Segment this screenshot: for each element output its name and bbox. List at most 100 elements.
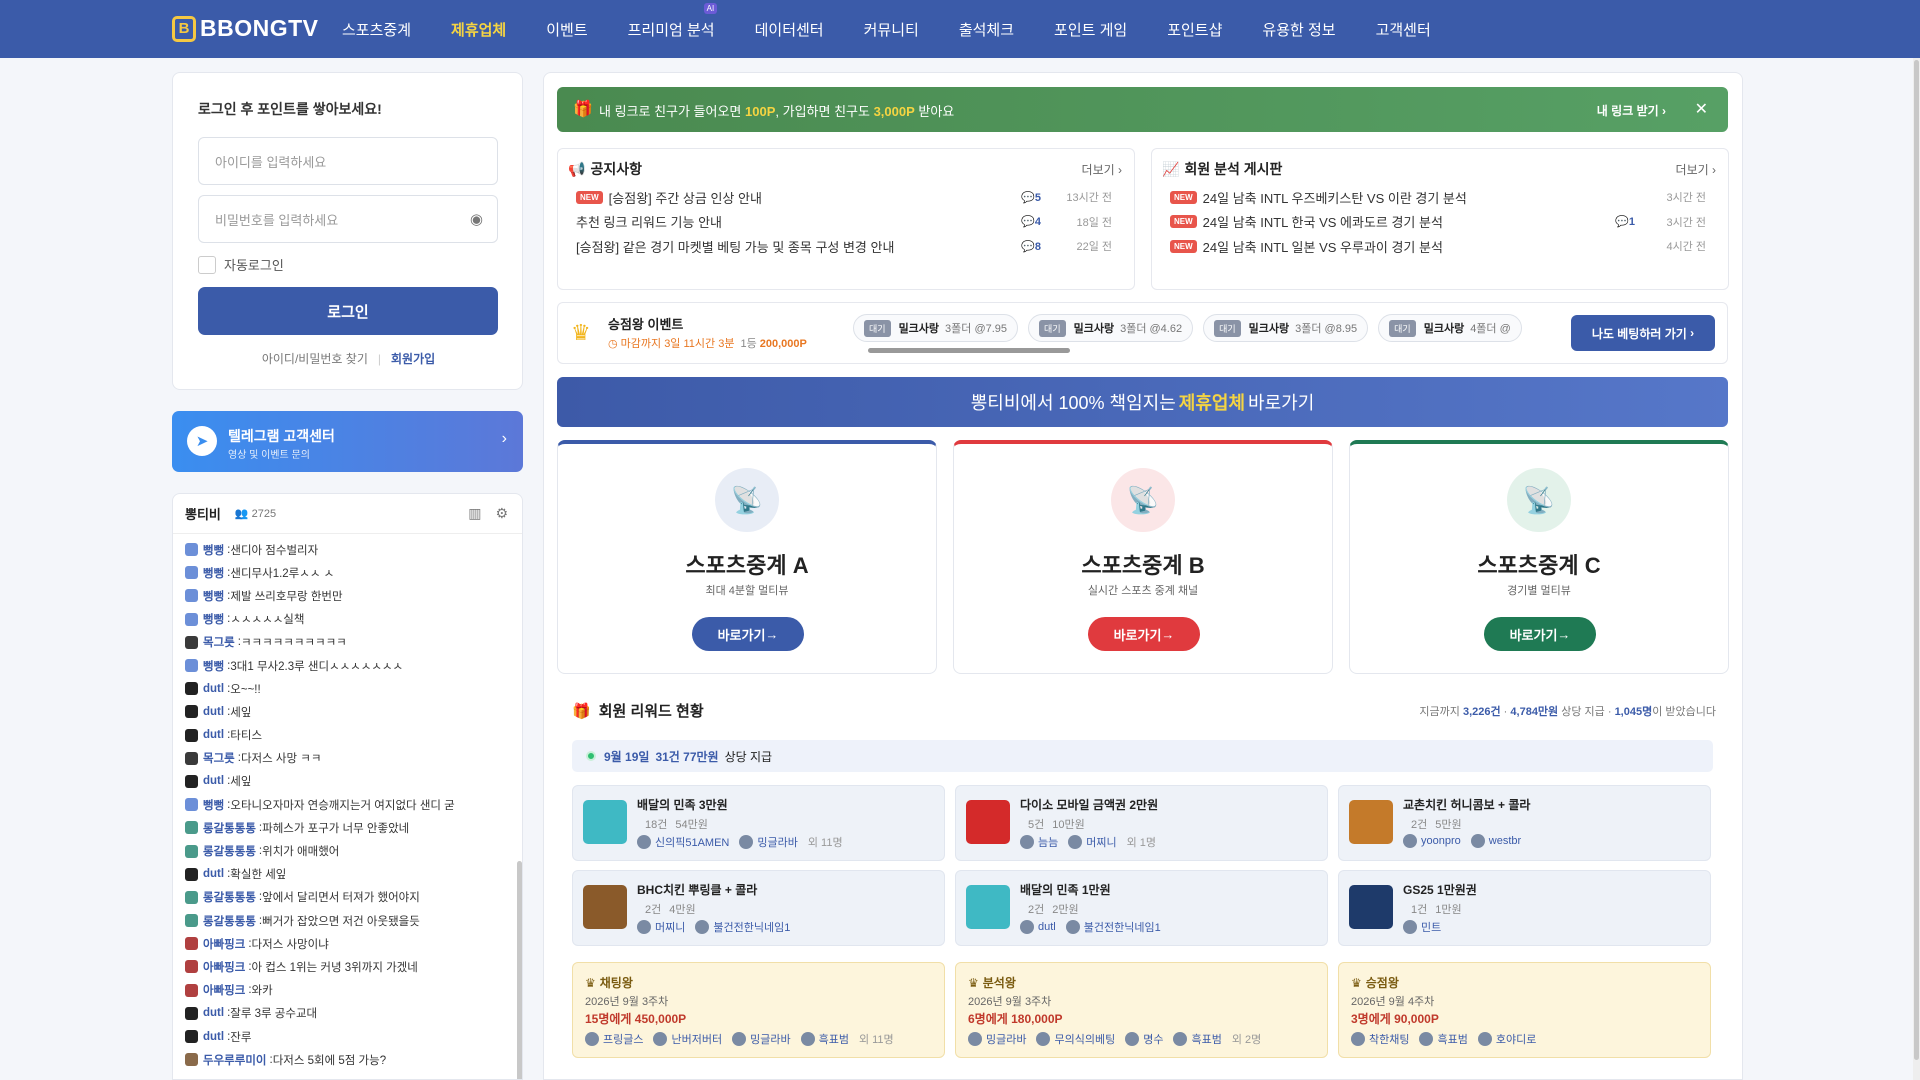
eye-icon[interactable]: ◉ <box>470 210 483 228</box>
reward-card[interactable]: GS25 1만원권 1건 1만원 민트 <box>1338 870 1711 946</box>
winner-name[interactable]: yoonpro <box>1421 835 1461 847</box>
chips-scrollbar-thumb[interactable] <box>868 348 1070 353</box>
menu-partners[interactable]: 제휴업체 <box>451 19 506 40</box>
go-button[interactable]: 바로가기 → <box>1484 617 1596 651</box>
page-scrollbar[interactable] <box>1913 58 1920 1080</box>
chat-nick[interactable]: 뻥뻥 <box>203 565 224 581</box>
menu-premium-analysis[interactable]: 프리미엄 분석 AI <box>628 2 718 40</box>
close-icon[interactable]: ✕ <box>1695 99 1708 119</box>
chat-nick[interactable]: 목그릇 <box>203 750 235 766</box>
go-bet-button[interactable]: 나도 베팅하러 가기 › <box>1571 315 1715 351</box>
chat-nick[interactable]: 뻥뻥 <box>203 542 224 558</box>
winner-name[interactable]: 흑표범 <box>1437 1031 1467 1047</box>
winner-name[interactable]: 흑표범 <box>819 1031 849 1047</box>
winner-name[interactable]: 무의식의베팅 <box>1054 1031 1115 1047</box>
chat-nick[interactable]: dutl <box>203 683 224 695</box>
partner-banner[interactable]: 뽕티비에서 100% 책임지는 제휴업체 바로가기 <box>557 377 1728 427</box>
menu-sports[interactable]: 스포츠중계 <box>342 19 411 40</box>
winner-name[interactable]: 머찌니 <box>655 919 685 935</box>
chat-nick[interactable]: dutl <box>203 729 224 741</box>
chat-nick[interactable]: dutl <box>203 706 224 718</box>
chat-nick[interactable]: 목그릇 <box>203 634 235 650</box>
reward-card[interactable]: 배달의 민족 3만원 18건 54만원 신의픽51AMEN 밍글라바 외 11명 <box>572 785 945 861</box>
auto-login-checkbox[interactable] <box>198 255 216 274</box>
reward-card[interactable]: 다이소 모바일 금액권 2만원 5건 10만원 늠늠 머찌니 외 1명 <box>955 785 1328 861</box>
signup-link[interactable]: 회원가입 <box>391 352 435 366</box>
username-input[interactable]: 아이디를 입력하세요 <box>198 137 498 185</box>
chat-nick[interactable]: dutl <box>203 868 224 880</box>
chat-nick[interactable]: 아빠핑크 <box>203 982 245 998</box>
board-row[interactable]: NEW 24일 남축 INTL 한국 VS 에콰도르 경기 분석 💬1 3시간 전 <box>1170 211 1710 233</box>
winner-name[interactable]: 불건전한닉네임1 <box>1084 919 1161 935</box>
site-logo[interactable]: B BBONGTV <box>172 15 319 42</box>
chart-icon[interactable]: ▥ <box>468 505 481 522</box>
winner-name[interactable]: 흑표범 <box>1191 1031 1221 1047</box>
menu-data-center[interactable]: 데이터센터 <box>755 19 824 40</box>
chat-nick[interactable]: 아빠핑크 <box>203 959 245 975</box>
winner-name[interactable]: 민트 <box>1421 919 1441 935</box>
find-account-link[interactable]: 아이디/비밀번호 찾기 <box>262 352 368 366</box>
bet-chip[interactable]: 대기 밀크사랑 4폴더 @ <box>1378 314 1522 342</box>
get-my-link-button[interactable]: 내 링크 받기 › <box>1597 102 1666 119</box>
weekly-king-card[interactable]: ♛ 승점왕 2026년 9월 4주차 3명에게 90,000P 착한채팅 흑표범 호야디로 <box>1338 962 1711 1058</box>
menu-point-game[interactable]: 포인트 게임 <box>1054 19 1127 40</box>
chat-nick[interactable]: dutl <box>203 1007 224 1019</box>
winner-name[interactable]: 늠늠 <box>1038 834 1058 850</box>
chat-scrollbar[interactable] <box>517 536 522 1079</box>
board-row-title[interactable]: 24일 남축 INTL 일본 VS 우루과이 경기 분석 <box>1203 237 1443 256</box>
board-row[interactable]: 추천 링크 리워드 기능 안내 💬4 18일 전 <box>576 211 1116 233</box>
reward-card[interactable]: 배달의 민족 1만원 2건 2만원 dutl 불건전한닉네임1 <box>955 870 1328 946</box>
chat-nick[interactable]: 뻥뻥 <box>203 611 224 627</box>
winner-name[interactable]: 프링글스 <box>603 1031 643 1047</box>
page-scrollbar-thumb[interactable] <box>1914 60 1919 1060</box>
chat-nick[interactable]: 아빠핑크 <box>203 936 245 952</box>
board-row-title[interactable]: [승점왕] 주간 상금 인상 안내 <box>609 188 762 207</box>
menu-community[interactable]: 커뮤니티 <box>864 19 919 40</box>
chips-scrollbar[interactable] <box>863 348 1563 353</box>
chat-nick[interactable]: dutl <box>203 775 224 787</box>
winner-name[interactable]: 밍글라바 <box>986 1031 1026 1047</box>
winner-name[interactable]: 난버저버터 <box>671 1031 722 1047</box>
chat-nick[interactable]: 롱갈통통통 <box>203 889 256 905</box>
winner-name[interactable]: 밍글라바 <box>757 834 797 850</box>
menu-support[interactable]: 고객센터 <box>1376 19 1431 40</box>
bet-chip[interactable]: 대기 밀크사랑 3폴더 @7.95 <box>853 314 1019 342</box>
chat-nick[interactable]: 뻥뻥 <box>203 658 224 674</box>
winner-name[interactable]: 머찌니 <box>1086 834 1116 850</box>
telegram-support-banner[interactable]: ➤ 텔레그램 고객센터 영상 및 이벤트 문의 › <box>172 411 523 472</box>
winner-name[interactable]: 호야디로 <box>1496 1031 1536 1047</box>
go-button[interactable]: 바로가기 → <box>692 617 804 651</box>
winner-name[interactable]: 신의픽51AMEN <box>655 834 729 850</box>
chat-nick[interactable]: dutl <box>203 1031 224 1043</box>
board-row[interactable]: NEW 24일 남축 INTL 일본 VS 우루과이 경기 분석 4시간 전 <box>1170 235 1710 257</box>
auto-login[interactable]: 자동로그인 <box>198 255 284 274</box>
go-button[interactable]: 바로가기 → <box>1088 617 1200 651</box>
bet-chip[interactable]: 대기 밀크사랑 3폴더 @4.62 <box>1028 314 1194 342</box>
weekly-king-card[interactable]: ♛ 채팅왕 2026년 9월 3주차 15명에게 450,000P 프링글스 난버저버터 밍… <box>572 962 945 1058</box>
menu-point-shop[interactable]: 포인트샵 <box>1167 19 1222 40</box>
reward-card[interactable]: BHC치킨 뿌링클 + 콜라 2건 4만원 머찌니 불건전한닉네임1 <box>572 870 945 946</box>
chat-nick[interactable]: 두우루루미이 <box>203 1052 266 1068</box>
board-row-title[interactable]: [승점왕] 같은 경기 마켓별 베팅 가능 및 종목 구성 변경 안내 <box>576 237 894 256</box>
password-input[interactable]: 비밀번호를 입력하세요 ◉ <box>198 195 498 243</box>
board-row[interactable]: [승점왕] 같은 경기 마켓별 베팅 가능 및 종목 구성 변경 안내 💬8 22일… <box>576 235 1116 257</box>
chat-nick[interactable]: 롱갈통통통 <box>203 820 256 836</box>
winner-name[interactable]: 명수 <box>1143 1031 1163 1047</box>
board-row[interactable]: NEW [승점왕] 주간 상금 인상 안내 💬5 13시간 전 <box>576 186 1116 208</box>
menu-attendance[interactable]: 출석체크 <box>959 19 1014 40</box>
winner-name[interactable]: 착한채팅 <box>1369 1031 1409 1047</box>
notice-more-link[interactable]: 더보기 › <box>1082 161 1122 178</box>
weekly-king-card[interactable]: ♛ 분석왕 2026년 9월 3주차 6명에게 180,000P 밍글라바 무의식의베팅 명… <box>955 962 1328 1058</box>
winner-name[interactable]: westbr <box>1489 835 1521 847</box>
chat-nick[interactable]: 뻥뻥 <box>203 588 224 604</box>
board-row-title[interactable]: 24일 남축 INTL 한국 VS 에콰도르 경기 분석 <box>1203 212 1443 231</box>
analysis-more-link[interactable]: 더보기 › <box>1676 161 1716 178</box>
winner-name[interactable]: 밍글라바 <box>750 1031 790 1047</box>
login-button[interactable]: 로그인 <box>198 287 498 335</box>
board-row-title[interactable]: 추천 링크 리워드 기능 안내 <box>576 212 722 231</box>
chat-nick[interactable]: 롱갈통통통 <box>203 843 256 859</box>
chat-nick[interactable]: 뻥뻥 <box>203 797 224 813</box>
menu-events[interactable]: 이벤트 <box>546 19 587 40</box>
chat-scrollbar-thumb[interactable] <box>517 861 522 1079</box>
bet-chip[interactable]: 대기 밀크사랑 3폴더 @8.95 <box>1203 314 1369 342</box>
